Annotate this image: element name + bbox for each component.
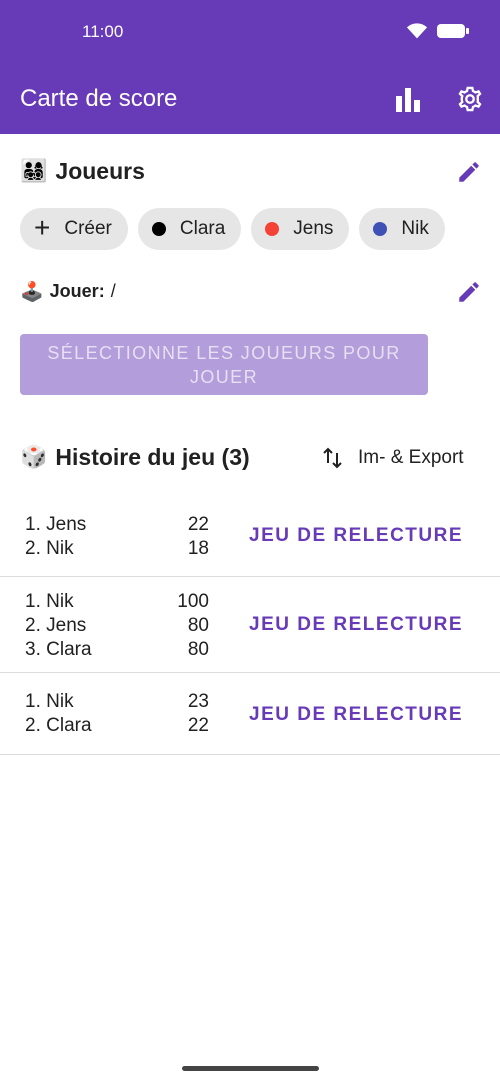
replay-game-button[interactable]: JEU DE RELECTURE xyxy=(249,525,463,547)
replay-game-button[interactable]: JEU DE RELECTURE xyxy=(249,614,463,636)
swap-vertical-icon xyxy=(323,447,342,469)
score-value: 80 xyxy=(187,639,209,660)
rank-entry: 2. Jens xyxy=(25,615,87,636)
history-heading: 🎲 Histoire du jeu (3) xyxy=(20,444,250,471)
player-chips: + Créer Clara Jens Nik xyxy=(20,208,445,250)
app-title: Carte de score xyxy=(20,85,178,112)
select-players-button[interactable]: SÉLECTIONNE LES JOUEURS POUR JOUER xyxy=(20,334,428,395)
play-row: 🕹️ Jouer: / xyxy=(20,280,116,303)
create-player-chip[interactable]: + Créer xyxy=(20,208,128,250)
player-color-dot xyxy=(151,222,166,236)
play-label: Jouer: xyxy=(49,281,105,301)
status-time: 11:00 xyxy=(82,22,124,41)
player-color-dot xyxy=(373,222,388,236)
game-history-row: 1. Jens 2. Nik 22 18 JEU DE RELECTURE xyxy=(0,500,500,577)
import-export-label: Im- & Export xyxy=(358,447,464,468)
player-chip-clara[interactable]: Clara xyxy=(137,208,242,250)
score-list: 100 80 80 xyxy=(177,590,209,662)
ranking-list: 1. Jens 2. Nik xyxy=(25,513,86,561)
rank-entry: 2. Clara xyxy=(25,715,92,736)
score-list: 22 18 xyxy=(188,513,209,561)
app-bar: 11:00 Carte de score xyxy=(0,0,500,134)
create-player-label: Créer xyxy=(64,218,112,239)
rank-entry: 1. Nik xyxy=(25,691,74,712)
score-value: 22 xyxy=(187,514,209,535)
battery-icon xyxy=(437,24,469,38)
score-value: 80 xyxy=(187,615,209,636)
players-heading: 👨‍👩‍👧‍👦 Joueurs xyxy=(20,158,145,185)
edit-play-pencil-icon[interactable] xyxy=(456,279,482,305)
joystick-icon: 🕹️ xyxy=(20,281,44,303)
family-icon: 👨‍👩‍👧‍👦 xyxy=(20,159,48,184)
game-history-row: 1. Nik 2. Clara 23 22 JEU DE RELECTURE xyxy=(0,673,500,755)
history-title: Histoire du jeu (3) xyxy=(55,444,250,470)
rank-entry: 1. Nik xyxy=(25,591,74,612)
score-value: 100 xyxy=(177,591,209,612)
rank-entry: 2. Nik xyxy=(25,538,74,559)
ranking-list: 1. Nik 2. Clara xyxy=(25,690,92,738)
wifi-icon xyxy=(406,23,428,39)
dice-icon: 🎲 xyxy=(20,445,48,470)
replay-game-button[interactable]: JEU DE RELECTURE xyxy=(249,704,463,726)
status-icons xyxy=(406,22,470,40)
rank-entry: 1. Jens xyxy=(25,514,87,535)
plus-icon: + xyxy=(34,212,51,243)
play-value: / xyxy=(110,281,116,301)
rank-entry: 3. Clara xyxy=(25,639,92,660)
score-value: 23 xyxy=(187,691,209,712)
statistics-icon[interactable] xyxy=(394,86,422,112)
gesture-navigation-handle[interactable] xyxy=(182,1066,319,1071)
score-list: 23 22 xyxy=(188,690,209,738)
players-title: Joueurs xyxy=(55,158,145,184)
player-name: Clara xyxy=(179,218,226,239)
edit-players-pencil-icon[interactable] xyxy=(456,159,482,185)
player-name: Jens xyxy=(293,218,334,239)
player-color-dot xyxy=(265,222,280,236)
game-history-row: 1. Nik 2. Jens 3. Clara 100 80 80 JEU DE… xyxy=(0,577,500,673)
player-chip-jens[interactable]: Jens xyxy=(251,208,350,250)
player-chip-nik[interactable]: Nik xyxy=(359,208,445,250)
import-export-button[interactable]: Im- & Export xyxy=(322,446,464,470)
score-value: 22 xyxy=(187,715,209,736)
score-value: 18 xyxy=(187,538,209,559)
ranking-list: 1. Nik 2. Jens 3. Clara xyxy=(25,590,92,662)
player-name: Nik xyxy=(401,218,429,239)
settings-gear-icon[interactable] xyxy=(456,85,484,113)
